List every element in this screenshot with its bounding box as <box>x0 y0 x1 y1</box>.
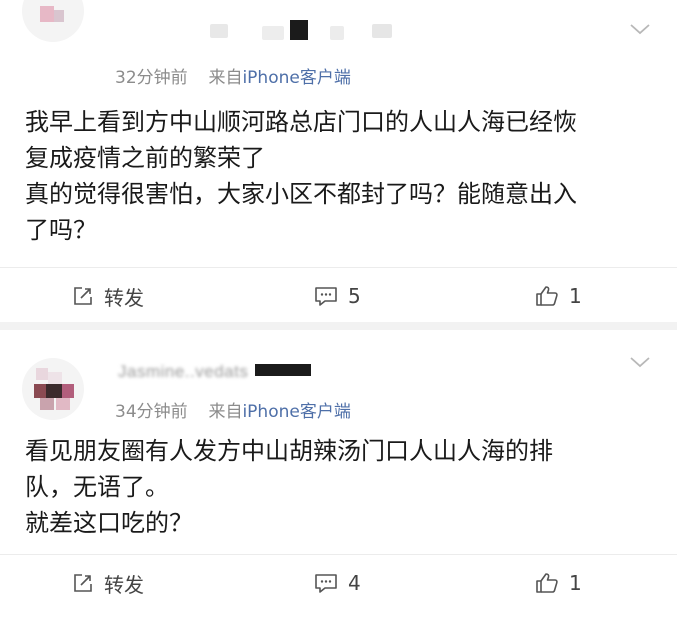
comment-count: 4 <box>348 571 361 595</box>
content-line: 真的觉得很害怕，大家小区不都封了吗？能随意出入 <box>25 180 577 208</box>
like-button[interactable]: 1 <box>535 569 582 597</box>
like-count: 1 <box>569 571 582 595</box>
repost-label: 转发 <box>104 572 144 597</box>
repost-label: 转发 <box>104 285 144 310</box>
post-meta: 32分钟前 来自iPhone客户端 <box>115 63 351 88</box>
action-bar: 转发 4 1 <box>0 554 677 611</box>
comment-card-1: 32分钟前 来自iPhone客户端 我早上看到方中山顺河路总店门口的人山人海已经… <box>0 0 677 322</box>
like-button[interactable]: 1 <box>535 282 582 310</box>
comment-button[interactable]: 5 <box>314 282 361 310</box>
post-content: 我早上看到方中山顺河路总店门口的人山人海已经恢 复成疫情之前的繁荣了 真的觉得很… <box>25 104 657 248</box>
chevron-down-icon[interactable] <box>629 355 651 369</box>
chevron-down-icon[interactable] <box>629 22 651 36</box>
action-bar: 转发 5 1 <box>0 267 677 324</box>
post-meta: 34分钟前 来自iPhone客户端 <box>115 397 351 422</box>
content-line: 队，无语了。 <box>25 473 169 501</box>
comment-icon <box>315 287 337 306</box>
client-link[interactable]: iPhone客户端 <box>242 68 350 88</box>
repost-button[interactable]: 转发 <box>72 282 144 310</box>
thumbs-up-icon <box>536 286 558 306</box>
like-count: 1 <box>569 284 582 308</box>
comment-button[interactable]: 4 <box>314 569 361 597</box>
repost-button[interactable]: 转发 <box>72 569 144 597</box>
content-line: 复成疫情之前的繁荣了 <box>25 144 265 172</box>
content-line: 我早上看到方中山顺河路总店门口的人山人海已经恢 <box>25 108 577 136</box>
content-line: 了吗？ <box>25 216 97 244</box>
comment-icon <box>315 574 337 593</box>
comment-count: 5 <box>348 284 361 308</box>
repost-icon <box>74 287 92 305</box>
comment-card-2: Jasmine..vedats 34分钟前 来自iPhone客户端 看见朋友圈有… <box>0 330 677 625</box>
content-line: 看见朋友圈有人发方中山胡辣汤门口人山人海的排 <box>25 437 553 465</box>
repost-icon <box>74 574 92 592</box>
source-prefix: 来自 <box>208 68 243 88</box>
thumbs-up-icon <box>536 573 558 593</box>
source-prefix: 来自 <box>208 402 243 422</box>
username[interactable]: Jasmine..vedats <box>118 362 248 382</box>
content-line: 就差这口吃的？ <box>25 509 193 537</box>
avatar[interactable] <box>22 358 84 420</box>
post-content: 看见朋友圈有人发方中山胡辣汤门口人山人海的排 队，无语了。 就差这口吃的？ <box>25 433 657 541</box>
client-link[interactable]: iPhone客户端 <box>242 402 350 422</box>
redaction-bar <box>255 364 311 376</box>
timestamp: 34分钟前 <box>115 402 188 422</box>
avatar[interactable] <box>22 0 84 42</box>
timestamp: 32分钟前 <box>115 68 188 88</box>
